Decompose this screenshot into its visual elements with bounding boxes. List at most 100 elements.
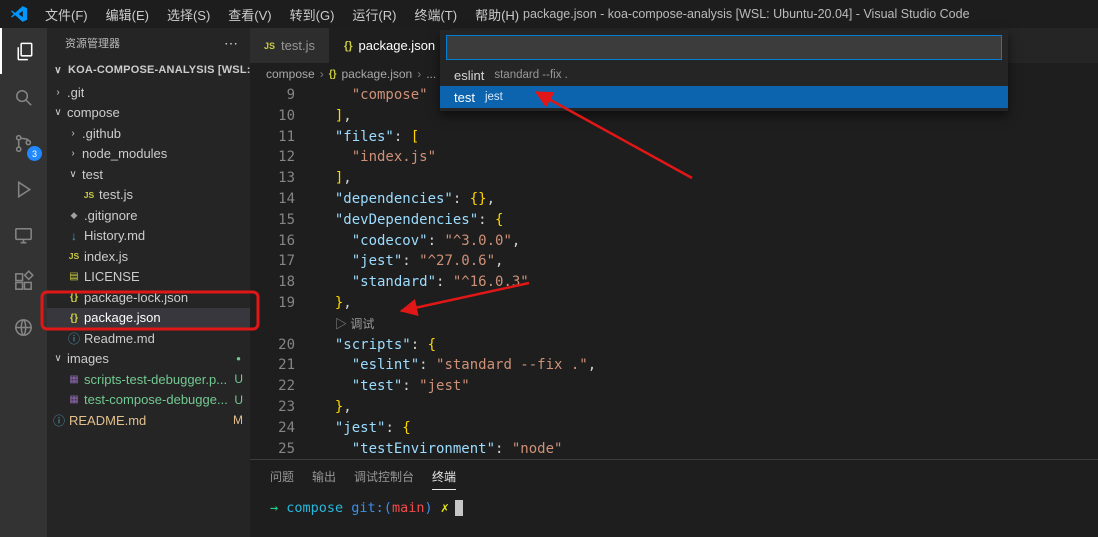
tab-package-json[interactable]: {} package.json — [329, 28, 451, 63]
activity-run-debug[interactable] — [0, 166, 47, 212]
menu-item[interactable]: 选择(S) — [158, 0, 219, 28]
tree-item-label: test.js — [99, 187, 133, 203]
code-line: 22 "test": "jest" — [250, 376, 1098, 397]
codelens-row[interactable]: ▷ 调试 — [250, 314, 1098, 335]
quick-pick-desc: jest — [484, 91, 503, 103]
tree-item[interactable]: ∨ compose — [47, 103, 250, 124]
menu-item[interactable]: 文件(F) — [36, 0, 97, 28]
activity-source-control[interactable]: 3 — [0, 120, 47, 166]
tree-item[interactable]: ⓘ Readme.md — [47, 328, 250, 349]
git-status-badge: U — [234, 372, 243, 387]
code-line: 20 "scripts": { — [250, 335, 1098, 356]
activity-search[interactable] — [0, 74, 47, 120]
line-number: 18 — [278, 274, 295, 291]
terminal[interactable]: → compose git:(main) ✗ — [250, 490, 1098, 516]
git-status-badge: U — [234, 392, 243, 407]
workspace-section-header[interactable]: ∨ KOA-COMPOSE-ANALYSIS [WSL: UB... — [47, 58, 250, 82]
js-icon: JS — [68, 251, 80, 262]
info-icon: ⓘ — [67, 331, 80, 346]
menu-item[interactable]: 转到(G) — [281, 0, 344, 28]
menu-item[interactable]: 运行(R) — [343, 0, 405, 28]
code-segment: "^3.0.0" — [444, 232, 512, 249]
terminal-text: ) — [424, 500, 433, 516]
menu-item[interactable]: 帮助(H) — [466, 0, 528, 28]
code-segment: "compose" — [351, 87, 428, 103]
tree-item[interactable]: ↓ History.md — [47, 226, 250, 247]
code-segment: "eslint" — [351, 357, 420, 374]
source-control-badge: 3 — [27, 146, 42, 161]
code-segment: : — [402, 378, 420, 395]
code-segment: [ — [410, 128, 420, 145]
code-segment: , — [511, 232, 521, 249]
breadcrumb-item[interactable]: ... — [426, 67, 436, 81]
tree-item[interactable]: ⓘ README.md M — [47, 410, 250, 431]
tree-item[interactable]: JS test.js — [47, 185, 250, 206]
activity-explorer[interactable] — [0, 28, 47, 74]
tree-item[interactable]: › .github — [47, 123, 250, 144]
quick-pick-item[interactable]: test jest — [440, 86, 1008, 108]
tree-item[interactable]: {} package-lock.json — [47, 287, 250, 308]
tree-item[interactable]: JS index.js — [47, 246, 250, 267]
tree-item-label: test — [82, 166, 103, 182]
code-line: 18 "standard": "^16.0.3" — [250, 272, 1098, 293]
code-segment: "standard" — [351, 274, 437, 291]
line-number: 23 — [278, 398, 295, 415]
line-number: 24 — [278, 419, 295, 436]
code-segment: : — [410, 336, 428, 353]
tree-item[interactable]: › .git — [47, 82, 250, 103]
quick-input-field[interactable] — [446, 35, 1002, 60]
code-segment: "jest" — [351, 253, 403, 270]
code-text: "test": "jest" — [295, 376, 470, 397]
tree-item[interactable]: › node_modules — [47, 144, 250, 165]
globe-icon — [15, 318, 32, 336]
chevron-icon: ∨ — [54, 353, 62, 365]
tree-item[interactable]: ▦ scripts-test-debugger.p... U — [47, 369, 250, 390]
terminal-text: main — [391, 500, 425, 516]
extensions-icon — [15, 269, 34, 290]
code-segment: , — [486, 190, 496, 207]
image-icon: ▦ — [69, 373, 79, 385]
chevron-icon: ∨ — [69, 168, 77, 180]
tab-test-js[interactable]: JS test.js — [250, 28, 330, 63]
activity-github[interactable] — [0, 304, 47, 350]
menu-item[interactable]: 编辑(E) — [97, 0, 158, 28]
chevron-icon: › — [71, 148, 75, 160]
code-line: 23 }, — [250, 397, 1098, 418]
tree-item[interactable]: {} package.json — [47, 307, 250, 328]
menu-item[interactable]: 查看(V) — [219, 0, 280, 28]
tree-item[interactable]: ◆ .gitignore — [47, 205, 250, 226]
tree-item-label: index.js — [84, 248, 129, 264]
breadcrumb-item[interactable]: package.json — [342, 67, 413, 81]
sidebar-title: 资源管理器 — [65, 38, 120, 50]
tree-item[interactable]: ▤ LICENSE — [47, 267, 250, 288]
code-segment: : — [427, 232, 445, 249]
activity-extensions[interactable] — [0, 258, 47, 304]
code-segment: , — [343, 107, 352, 124]
code-text: }, — [295, 397, 352, 418]
menu-item[interactable]: 终端(T) — [405, 0, 466, 28]
tree-item[interactable]: ∨ test — [47, 164, 250, 185]
tree-item[interactable]: ▦ test-compose-debugge... U — [47, 390, 250, 411]
code-segment: , — [343, 170, 352, 187]
tree-item-label: README.md — [69, 412, 147, 428]
panel-tab[interactable]: 问题 — [270, 468, 294, 490]
panel-tab[interactable]: 调试控制台 — [354, 468, 414, 490]
breadcrumb-item[interactable]: compose — [266, 67, 315, 81]
code-line: 13 ], — [250, 168, 1098, 189]
activity-remote-explorer[interactable] — [0, 212, 47, 258]
line-number: 11 — [278, 128, 295, 145]
code-line: 17 "jest": "^27.0.6", — [250, 251, 1098, 272]
activity-bar: 3 — [0, 28, 47, 537]
panel-tab[interactable]: 终端 — [432, 468, 457, 490]
panel-tab[interactable]: 输出 — [312, 468, 336, 490]
quick-pick-label: eslint — [454, 67, 485, 83]
more-actions-icon[interactable]: ⋯ — [224, 35, 238, 52]
tree-item-label: Readme.md — [84, 330, 155, 346]
remote-explorer-icon — [15, 227, 32, 243]
quick-pick-item[interactable]: eslint standard --fix . — [440, 64, 1008, 86]
code-text: "jest": "^27.0.6", — [295, 251, 504, 272]
code-line: 15 "devDependencies": { — [250, 210, 1098, 231]
tree-item[interactable]: ∨ images ● — [47, 349, 250, 370]
